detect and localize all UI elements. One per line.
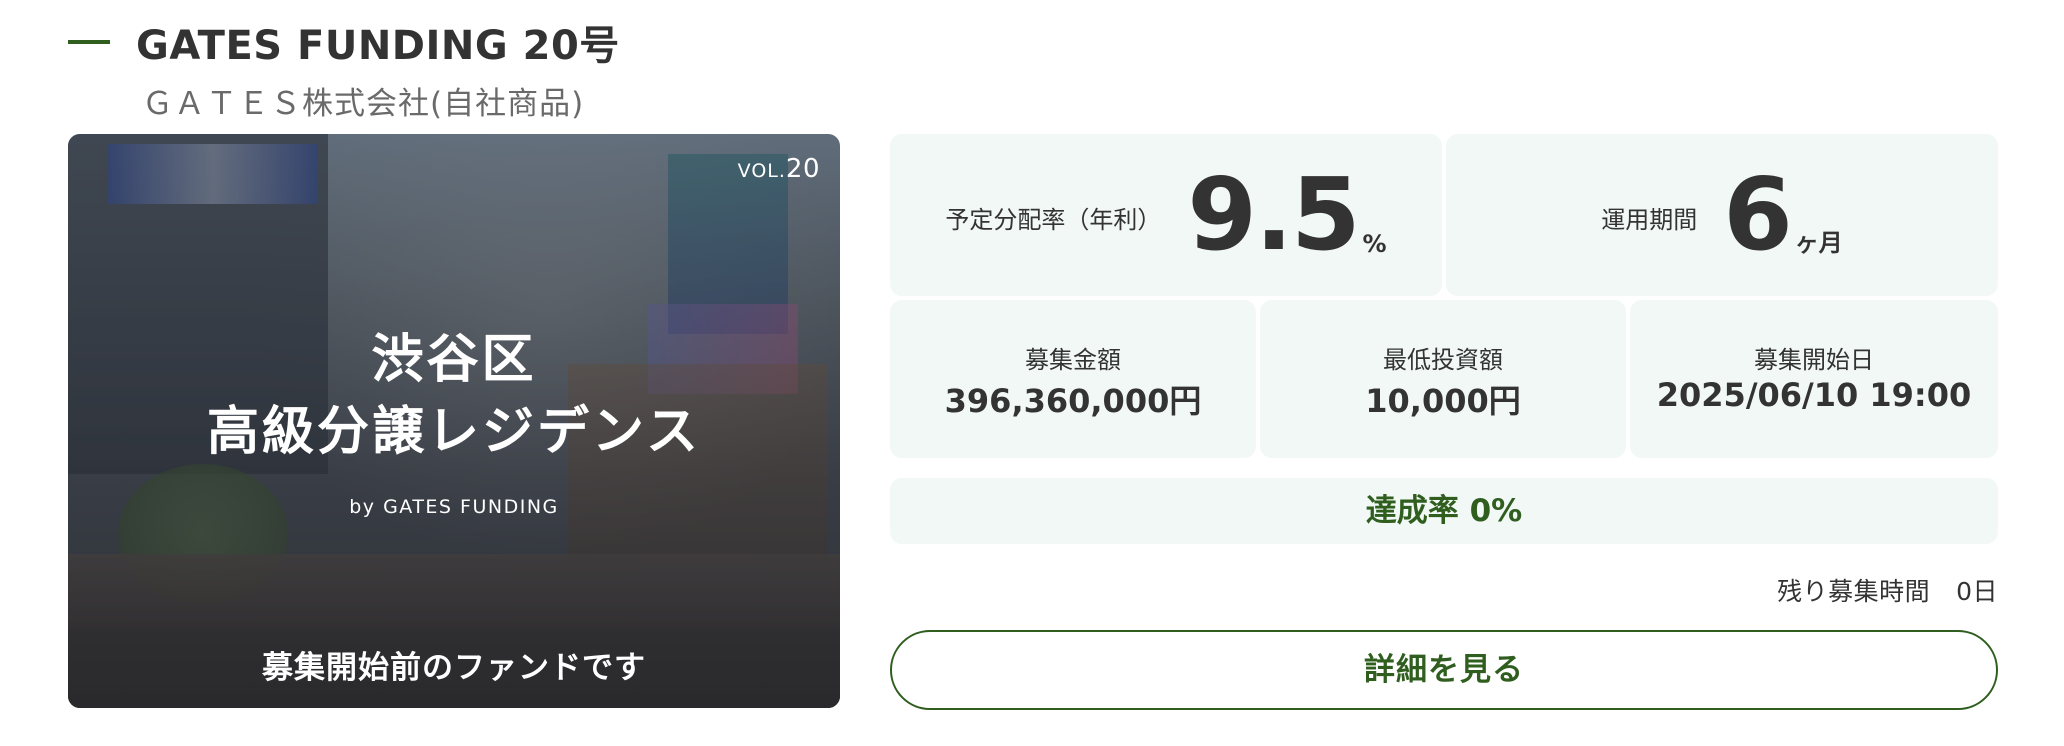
- start-date-value: 2025/06/10 19:00: [1656, 376, 1972, 414]
- volume-prefix: VOL.: [737, 160, 786, 182]
- distribution-rate-unit: %: [1362, 230, 1387, 258]
- operation-period-panel: 運用期間 6 ヶ月: [1446, 134, 1998, 296]
- operator-name: ＧＡＴＥＳ株式会社(自社商品): [142, 86, 585, 122]
- property-title-line2: 高級分譲レジデンス: [207, 401, 701, 462]
- operation-period-unit: ヶ月: [1794, 229, 1843, 257]
- volume-number: 20: [785, 154, 820, 184]
- min-investment-value: 10,000円: [1365, 382, 1521, 420]
- brand-byline: by GATES FUNDING: [349, 496, 559, 518]
- property-title: 渋谷区 高級分譲レジデンス: [68, 324, 840, 468]
- volume-label: VOL.20: [738, 154, 820, 184]
- distribution-rate-value: 9.5: [1187, 156, 1360, 273]
- view-details-button[interactable]: 詳細を見る: [890, 630, 1998, 710]
- min-investment-label: 最低投資額: [1383, 346, 1503, 374]
- remaining-time-label: 残り募集時間: [1777, 577, 1931, 606]
- fund-title: GATES FUNDING 20号: [136, 23, 620, 69]
- status-banner: 募集開始前のファンドです: [68, 628, 840, 708]
- fund-header: GATES FUNDING 20号: [68, 14, 620, 70]
- raise-amount-value: 396,360,000円: [944, 382, 1202, 420]
- start-date-label: 募集開始日: [1754, 346, 1874, 374]
- distribution-rate-label: 予定分配率（年利）: [945, 205, 1162, 234]
- fund-image[interactable]: VOL.20 渋谷区 高級分譲レジデンス by GATES FUNDING 募集…: [68, 134, 840, 708]
- operation-period-label: 運用期間: [1601, 205, 1698, 234]
- fund-card: GATES FUNDING 20号 ＧＡＴＥＳ株式会社(自社商品) VOL.20…: [0, 0, 2064, 746]
- property-title-line1: 渋谷区: [371, 329, 537, 390]
- distribution-rate-panel: 予定分配率（年利） 9.5 %: [890, 134, 1442, 296]
- start-date-panel: 募集開始日 2025/06/10 19:00: [1630, 300, 1998, 458]
- title-accent-line: [68, 40, 110, 44]
- remaining-time: 残り募集時間 0日: [1777, 572, 1998, 608]
- achievement-rate-bar: 達成率 0%: [890, 478, 1998, 544]
- operation-period-value: 6: [1723, 156, 1793, 273]
- remaining-time-value: 0日: [1956, 577, 1998, 606]
- raise-amount-label: 募集金額: [1025, 346, 1121, 374]
- raise-amount-panel: 募集金額 396,360,000円: [890, 300, 1256, 458]
- min-investment-panel: 最低投資額 10,000円: [1260, 300, 1626, 458]
